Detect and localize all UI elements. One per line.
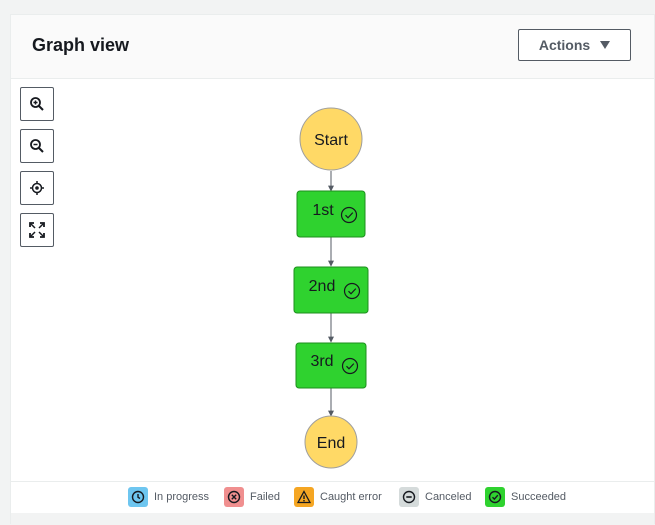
node-2nd-label: 2nd [309, 278, 336, 295]
node-start-label: Start [314, 132, 348, 149]
node-2nd[interactable]: 2nd [293, 266, 369, 314]
minus-circle-icon [399, 487, 419, 507]
node-end-label: End [317, 435, 345, 452]
caret-down-icon [600, 41, 611, 49]
node-3rd-label: 3rd [310, 353, 333, 370]
legend-item-succeeded: Succeeded [485, 487, 566, 507]
legend-label: Canceled [425, 491, 472, 503]
graph-view-panel: Graph view Actions Start 1st 2nd 3rd End… [10, 14, 655, 525]
panel-header: Graph view Actions [11, 15, 654, 79]
node-end[interactable]: End [304, 415, 358, 469]
actions-label: Actions [538, 37, 591, 53]
node-1st[interactable]: 1st [296, 190, 366, 238]
footer-strip [11, 513, 654, 525]
x-circle-icon [224, 487, 244, 507]
legend-item-canceled: Canceled [399, 487, 471, 507]
legend-label: Failed [250, 491, 280, 503]
node-3rd[interactable]: 3rd [295, 342, 367, 389]
legend-item-in-progress: In progress [128, 487, 209, 507]
legend-label: Caught error [320, 491, 382, 503]
legend-label: In progress [154, 491, 210, 503]
warning-icon [294, 487, 314, 507]
actions-button[interactable]: Actions [518, 29, 631, 61]
legend-item-caught-error: Caught error [294, 487, 382, 507]
legend-label: Succeeded [511, 491, 567, 503]
page-title: Graph view [32, 35, 130, 55]
status-legend: In progress Failed Caught error Canceled… [11, 481, 654, 514]
workflow-graph[interactable]: Start 1st 2nd 3rd End [11, 78, 654, 481]
check-circle-icon [485, 487, 505, 507]
clock-icon [128, 487, 148, 507]
legend-item-failed: Failed [224, 487, 280, 507]
node-1st-label: 1st [312, 202, 334, 219]
node-start[interactable]: Start [299, 107, 363, 171]
